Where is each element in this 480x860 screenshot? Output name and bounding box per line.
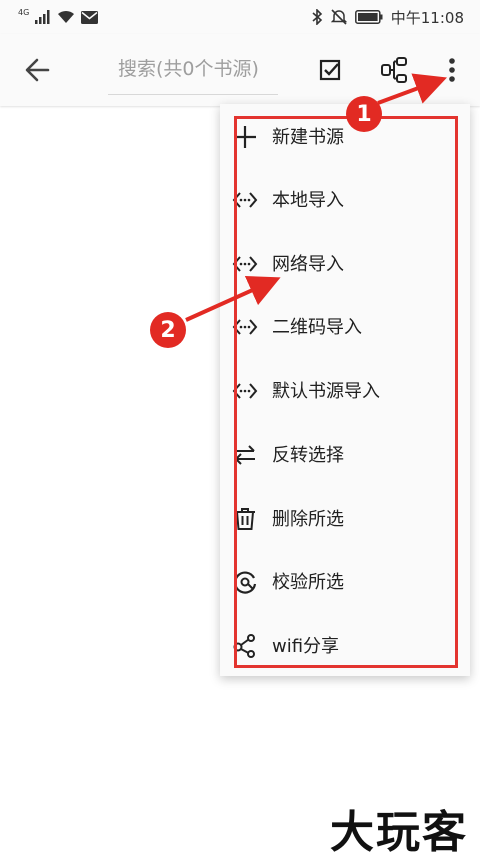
- arrow-to-network-import: [185, 275, 281, 322]
- annotation-badge-1: 1: [346, 96, 382, 132]
- watermark-logo: 大玩客: [330, 807, 468, 858]
- arrow-to-more-button: [377, 73, 448, 105]
- annotation-arrows: [185, 73, 448, 322]
- annotation-badge-2: 2: [150, 312, 186, 348]
